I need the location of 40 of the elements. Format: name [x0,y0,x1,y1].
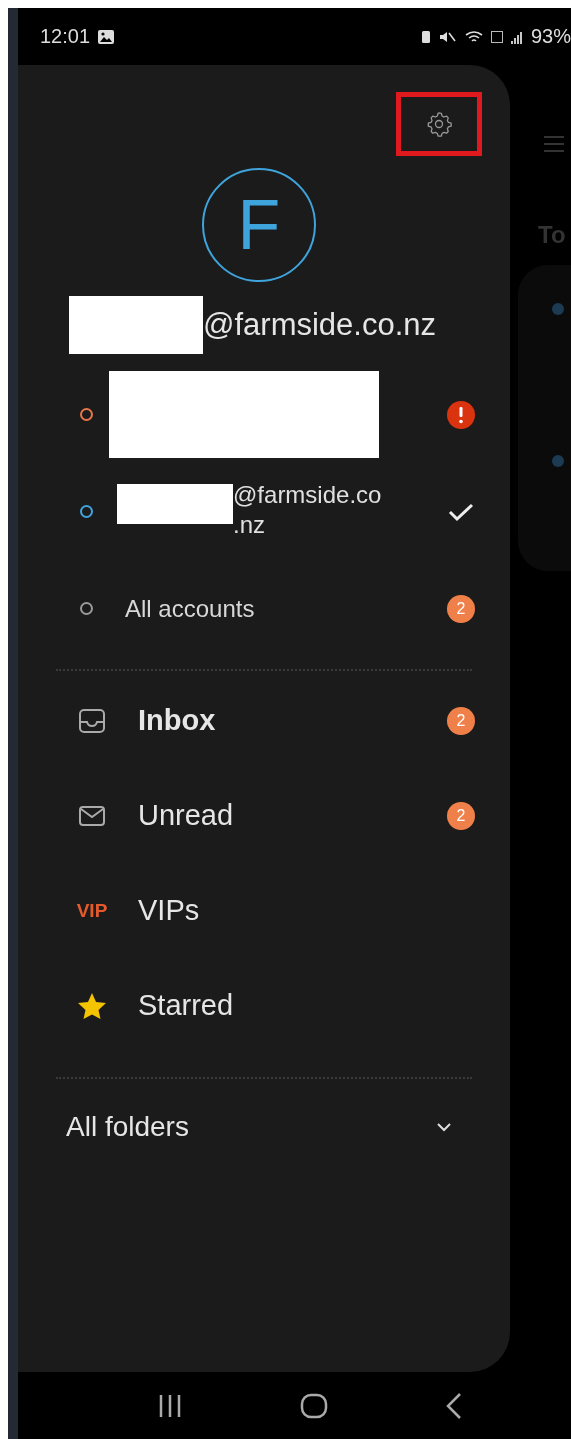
account-item[interactable]: All accounts 2 [18,560,510,657]
battery-level: 93% [530,25,571,48]
signal-icon [510,29,523,44]
folder-name: Starred [138,989,235,1022]
folder-name: VIPs [138,894,201,927]
folder-item[interactable]: Inbox 2 [18,673,510,768]
clock-time: 12:01 [40,25,91,48]
folder-name: Unread [138,799,235,832]
volte-icon [490,30,503,43]
menu-icon [544,135,564,153]
settings-button[interactable] [396,92,482,156]
vip-icon: VIP [76,899,108,922]
gallery-icon [98,29,115,44]
account-name: All accounts [125,594,255,622]
folder-name: Inbox [138,704,217,737]
error-icon [447,400,475,429]
account-email: @farmside.co.nz [203,307,437,343]
check-icon [448,501,474,522]
wifi-icon [464,29,483,44]
mute-icon [438,29,457,44]
unread-dot [552,303,564,315]
unread-count: 2 [447,801,475,830]
account-item[interactable]: @farmside.co .nz [18,463,510,560]
star-icon [77,991,107,1020]
back-icon[interactable] [444,1391,463,1420]
all-folders-toggle[interactable]: All folders [18,1079,510,1155]
settings-icon [425,110,453,138]
inbox-icon [78,707,106,734]
unread-dot [552,455,564,467]
unread-count: 2 [447,594,475,623]
folder-item[interactable]: VIP VIPs [18,863,510,958]
chevron-icon [436,1122,452,1132]
account-email: @farmside.co .nz [233,479,382,540]
account-avatar[interactable]: F [202,168,316,282]
unread-count: 2 [447,706,475,735]
envelope-icon [78,804,106,827]
folder-item[interactable]: Starred [18,958,510,1053]
battery-saver-icon [420,29,431,44]
home-icon[interactable] [299,1392,328,1419]
folder-item[interactable]: Unread 2 [18,768,510,863]
